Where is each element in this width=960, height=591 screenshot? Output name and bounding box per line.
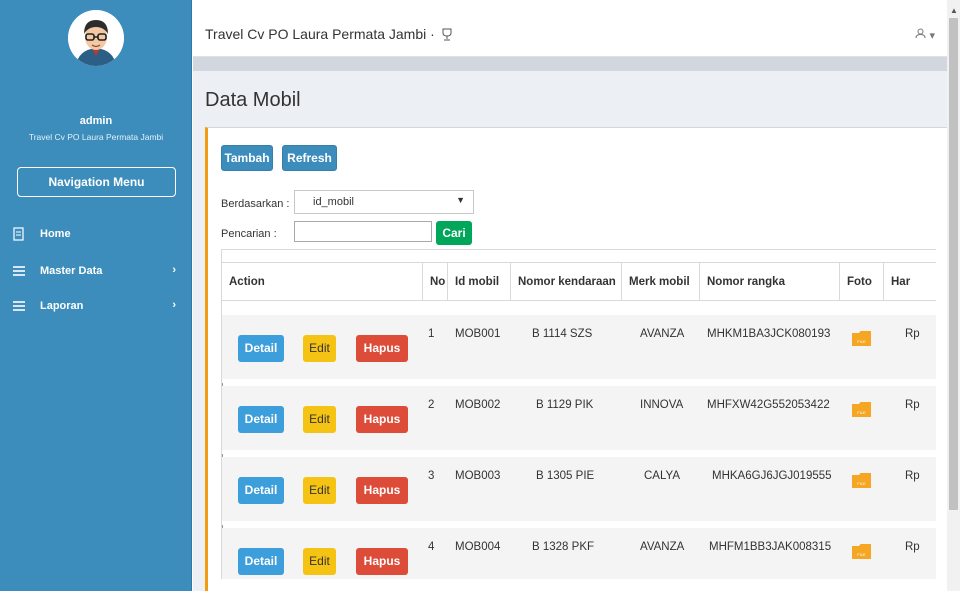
tambah-button[interactable]: Tambah [221, 145, 273, 171]
cell-nomor-rangka: MHKA6GJ6JGJ019555 [712, 470, 832, 482]
hapus-button[interactable]: Hapus [356, 548, 408, 575]
cell-harga: Rp [905, 470, 920, 482]
edit-button[interactable]: Edit [303, 406, 336, 433]
trophy-icon [441, 28, 453, 44]
sidebar-item-home[interactable]: Home [0, 224, 192, 246]
col-header-harga: Har [884, 262, 936, 301]
cell-nomor-kendaraan: B 1114 SZS [532, 328, 593, 340]
cell-merk-mobil: INNOVA [640, 399, 684, 411]
col-header-foto: Foto [840, 262, 884, 301]
table-row: Detail Edit Hapus 3 MOB003 B 1305 PIE CA… [222, 457, 936, 521]
svg-text:FILE: FILE [857, 481, 866, 486]
cari-button[interactable]: Cari [436, 221, 472, 245]
sidebar-item-laporan[interactable]: Laporan › [0, 296, 192, 318]
sidebar: admin Travel Cv PO Laura Permata Jambi N… [0, 0, 192, 591]
caret-down-icon: ▾ [929, 30, 935, 42]
detail-button[interactable]: Detail [238, 548, 284, 575]
cell-nomor-kendaraan: B 1305 PIE [536, 470, 595, 482]
avatar [68, 10, 124, 66]
table-row: Detail Edit Hapus 4 MOB004 B 1328 PKF AV… [222, 528, 936, 579]
cell-no: 1 [428, 328, 435, 340]
hapus-button[interactable]: Hapus [356, 477, 408, 504]
chevron-right-icon: › [172, 299, 176, 311]
edit-button[interactable]: Edit [303, 548, 336, 575]
data-box: Tambah Refresh Berdasarkan : id_mobil ▼ … [205, 127, 947, 591]
header-strip [193, 57, 947, 71]
file-icon[interactable]: FILE [852, 331, 871, 346]
scrollbar[interactable]: ▲ [947, 0, 960, 591]
user-menu[interactable]: ▾ [915, 28, 935, 42]
col-header-nomor-kendaraan: Nomor kendaraan [511, 262, 622, 301]
navigation-menu-button[interactable]: Navigation Menu [17, 167, 176, 197]
hapus-button[interactable]: Hapus [356, 406, 408, 433]
cell-nomor-kendaraan: B 1328 PKF [532, 541, 595, 553]
cell-no: 3 [428, 470, 435, 482]
col-header-merk-mobil: Merk mobil [622, 262, 700, 301]
refresh-button[interactable]: Refresh [282, 145, 337, 171]
app-title: Travel Cv PO Laura Permata Jambi · [205, 26, 453, 44]
table-row: Detail Edit Hapus 1 MOB001 B 1114 SZS AV… [222, 315, 936, 379]
cell-id-mobil: MOB002 [455, 399, 501, 411]
scroll-up-arrow[interactable]: ▲ [950, 6, 958, 15]
user-icon [915, 28, 929, 42]
filter-select[interactable]: id_mobil ▼ [294, 190, 474, 214]
cell-merk-mobil: AVANZA [640, 328, 685, 340]
file-icon[interactable]: FILE [852, 473, 871, 488]
cell-nomor-kendaraan: B 1129 PIK [536, 399, 594, 411]
cell-harga: Rp [905, 541, 920, 553]
cell-harga: Rp [905, 399, 920, 411]
cell-merk-mobil: CALYA [644, 470, 681, 482]
sidebar-user-subtitle: Travel Cv PO Laura Permata Jambi [28, 132, 164, 142]
sidebar-item-master-data[interactable]: Master Data › [0, 261, 192, 283]
edit-button[interactable]: Edit [303, 335, 336, 362]
sidebar-item-label: Home [40, 228, 71, 240]
svg-text:FILE: FILE [857, 410, 866, 415]
sidebar-item-label: Master Data [40, 265, 103, 277]
detail-button[interactable]: Detail [238, 477, 284, 504]
detail-button[interactable]: Detail [238, 406, 284, 433]
chevron-right-icon: › [172, 264, 176, 276]
sidebar-username: admin [79, 115, 113, 127]
col-header-id-mobil: Id mobil [448, 262, 511, 301]
dropdown-arrow-icon: ▼ [456, 195, 465, 205]
search-label: Pencarian : [221, 228, 277, 240]
cell-id-mobil: MOB003 [455, 470, 501, 482]
cell-nomor-rangka: MHKM1BA3JCK080193 [707, 328, 831, 340]
col-header-action: Action [222, 262, 423, 301]
cell-harga: Rp [905, 328, 920, 340]
page-title: Data Mobil [205, 89, 301, 111]
main-content: Data Mobil Tambah Refresh Berdasarkan : … [193, 71, 947, 591]
detail-button[interactable]: Detail [238, 335, 284, 362]
cell-id-mobil: MOB004 [455, 541, 501, 553]
menu-lines-icon [12, 299, 26, 313]
svg-text:FILE: FILE [857, 339, 866, 344]
cell-no: 2 [428, 399, 435, 411]
cell-nomor-rangka: MHFM1BB3JAK008315 [709, 541, 832, 553]
file-icon[interactable]: FILE [852, 544, 871, 559]
col-header-no: No [423, 262, 448, 301]
scrollbar-thumb[interactable] [949, 18, 958, 510]
cell-merk-mobil: AVANZA [640, 541, 685, 553]
menu-lines-icon [12, 264, 26, 278]
svg-text:FILE: FILE [857, 552, 866, 557]
sidebar-item-label: Laporan [40, 300, 84, 312]
search-input[interactable] [294, 221, 432, 242]
cell-nomor-rangka: MHFXW42G552053422 [707, 399, 830, 411]
edit-button[interactable]: Edit [303, 477, 336, 504]
file-icon[interactable]: FILE [852, 402, 871, 417]
col-header-nomor-rangka: Nomor rangka [700, 262, 840, 301]
top-navbar: Travel Cv PO Laura Permata Jambi · ▾ [193, 0, 947, 57]
mobil-table: Action No Id mobil Nomor kendaraan Merk … [221, 249, 936, 579]
table-row: Detail Edit Hapus 2 MOB002 B 1129 PIK IN… [222, 386, 936, 450]
hapus-button[interactable]: Hapus [356, 335, 408, 362]
cell-id-mobil: MOB001 [455, 328, 501, 340]
cell-no: 4 [428, 541, 435, 553]
filter-label: Berdasarkan : [221, 198, 290, 210]
document-icon [12, 227, 26, 241]
